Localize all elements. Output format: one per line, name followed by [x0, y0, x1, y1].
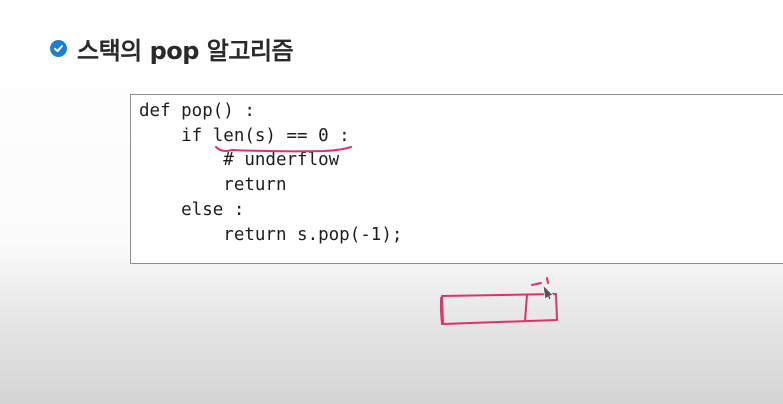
code-block: def pop() : if len(s) == 0 : # underflow… — [130, 94, 783, 264]
code-line: def pop() : — [139, 101, 255, 121]
code-line: if len(s) == 0 : — [139, 126, 350, 146]
check-circle-icon — [50, 39, 67, 57]
code-line: else : — [139, 200, 245, 220]
code-line: return — [139, 175, 287, 195]
page-title: 스택의 pop 알고리즘 — [77, 36, 294, 65]
code-line: # underflow — [139, 150, 340, 170]
slide-title: 스택의 pop 알고리즘 — [50, 30, 294, 66]
code-line: return s.pop(-1); — [139, 225, 403, 245]
stack-box-drawing — [439, 293, 558, 326]
pen-cursor-icon — [542, 283, 554, 301]
